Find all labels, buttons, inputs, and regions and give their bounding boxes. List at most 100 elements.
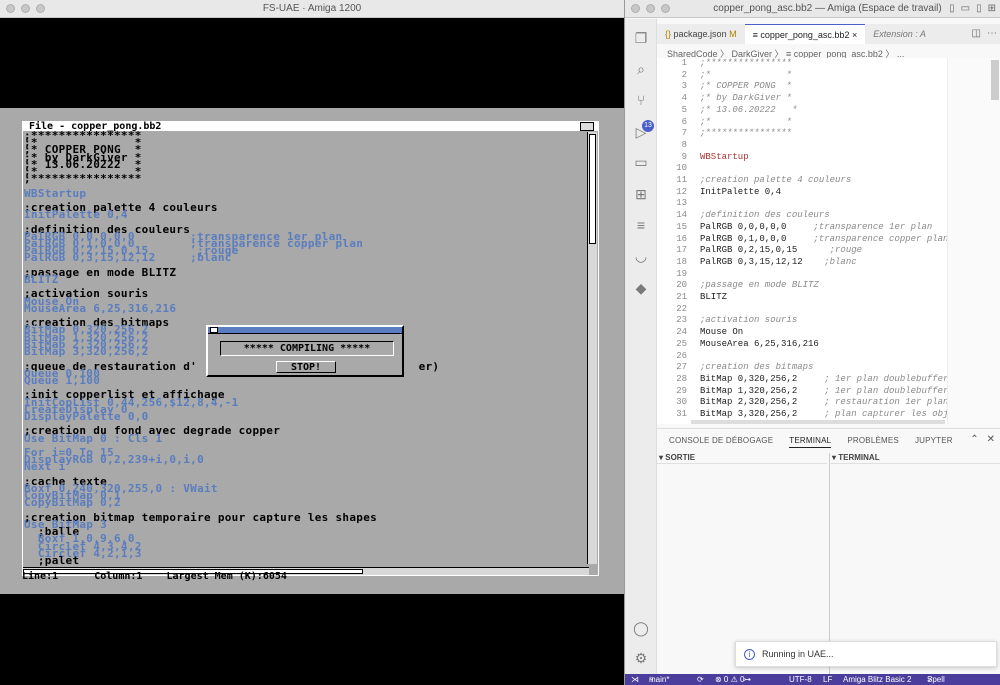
code-line: WBStartup	[700, 152, 947, 164]
more-actions-icon[interactable]: ⋯	[987, 28, 997, 39]
output-section-header[interactable]: ▾ SORTIE	[657, 453, 827, 464]
editor-tabs: {} package.json M ≡ copper_pong_asc.bb2 …	[657, 24, 1000, 44]
ted-code-line: DisplayPalette 0,0	[24, 409, 149, 423]
code-comment: ; restauration 1er plan	[797, 397, 947, 408]
ted-code-line: ;passage en mode BLITZ	[24, 265, 177, 279]
layout-controls: ▯ ▭ ▯ ⊞	[949, 3, 996, 14]
ted-vertical-scrollbar[interactable]	[587, 132, 597, 564]
line-number: 6	[681, 116, 687, 127]
code-line: ;definition des couleurs	[700, 210, 947, 222]
code-line	[700, 351, 947, 363]
code-editor[interactable]: 1 2 3 4 5 6 7 8 9 10 11 12 13 14 15 16 17 18 19 20 21 22 23 24 2…	[657, 58, 947, 424]
code-comment: ; 1er plan doublebuffer #1	[824, 373, 947, 384]
editor-text[interactable]: ;**************** ;* * ;* COPPER PONG * ;* …	[700, 58, 947, 421]
close-gadget-icon[interactable]	[210, 327, 218, 333]
sync-icon[interactable]: ⟳	[697, 674, 704, 685]
remote-explorer-icon[interactable]: ▭	[632, 153, 650, 171]
vscode-titlebar[interactable]: copper_pong_asc.bb2 — Amiga (Espace de t…	[625, 0, 1000, 18]
encoding-status[interactable]: UTF-8	[789, 674, 812, 685]
stop-button[interactable]: STOP!	[276, 361, 336, 373]
editor-horizontal-scrollbar[interactable]	[691, 420, 945, 424]
line-number: 26	[676, 350, 687, 361]
remote-indicator-icon[interactable]: ⋊	[631, 674, 639, 685]
scrollbar-thumb[interactable]	[589, 134, 596, 244]
code-line	[700, 269, 947, 281]
code-line: ;creation des bitmaps	[700, 362, 947, 374]
code-text: ;creation des bitmaps	[700, 362, 814, 373]
dialog-titlebar[interactable]	[208, 327, 402, 334]
line-number: 20	[676, 280, 687, 291]
testing-icon[interactable]: ≡	[632, 216, 650, 234]
code-line: PalRGB 0,1,0,0,0 ;transparence copper pl…	[700, 234, 947, 246]
tab-package-json[interactable]: {} package.json M	[657, 24, 745, 44]
code-line: BitMap 2,320,256,2 ; restauration 1er pl…	[700, 397, 947, 409]
toggle-sidebar-icon[interactable]: ▯	[949, 3, 955, 14]
line-number: 31	[676, 409, 687, 420]
tab-debug-console[interactable]: CONSOLE DE DÉBOGAGE	[669, 436, 773, 448]
amiga-screen[interactable]: File - copper_pong.bb2 ;****************…	[0, 108, 624, 594]
maximize-panel-icon[interactable]: ⌃	[970, 434, 978, 445]
ted-code-line: Queue 1,100	[24, 373, 101, 387]
tab-extension[interactable]: Extension : A	[865, 24, 934, 44]
tab-terminal[interactable]: TERMINAL	[789, 436, 832, 448]
line-number: 3	[681, 81, 687, 92]
settings-gear-icon[interactable]: ⚙	[632, 649, 650, 667]
explorer-icon[interactable]: ❐	[632, 29, 650, 47]
toggle-secondary-sidebar-icon[interactable]: ▯	[976, 3, 982, 14]
code-text: BitMap 0,320,256,2	[700, 373, 798, 384]
extensions-icon[interactable]: ⊞	[632, 185, 650, 203]
tab-label: package.json	[673, 29, 727, 39]
broadcast-icon[interactable]: ⊶	[743, 674, 751, 685]
close-tab-icon[interactable]: ×	[852, 30, 857, 40]
minimap[interactable]	[947, 58, 1000, 424]
code-line: PalRGB 0,2,15,0,15 ;rouge	[700, 245, 947, 257]
code-text: ;creation palette 4 couleurs	[700, 175, 852, 186]
close-panel-icon[interactable]: ✕	[987, 434, 995, 445]
depth-gadget-icon[interactable]	[580, 122, 594, 131]
eol-status[interactable]: LF	[823, 674, 832, 685]
minimap-slider[interactable]	[991, 60, 999, 100]
customize-layout-icon[interactable]: ⊞	[988, 3, 996, 14]
code-text: ;activation souris	[700, 315, 798, 326]
code-line: ;activation souris	[700, 315, 947, 327]
code-comment: ; plan capturer les objets	[824, 409, 947, 420]
ted-code-line: InitPalette 0,4	[24, 208, 128, 222]
search-icon[interactable]: ⌕	[632, 60, 650, 78]
ted-code-line: ;activation souris	[24, 287, 149, 301]
fs-uae-titlebar[interactable]: FS-UAE · Amiga 1200	[0, 0, 624, 18]
problems-status[interactable]: ⊗ 0 ⚠ 0	[715, 674, 744, 685]
code-line	[700, 140, 947, 152]
tab-jupyter[interactable]: JUPYTER	[915, 436, 953, 448]
language-status[interactable]: Amiga Blitz Basic 2	[843, 674, 911, 685]
gitlens-icon[interactable]: ◡	[632, 247, 650, 265]
run-debug-icon[interactable]: ▷	[632, 123, 650, 141]
code-text: ;* COPPER PONG *	[700, 81, 792, 92]
code-line: BLITZ	[700, 292, 947, 304]
docker-icon[interactable]: ◆	[632, 279, 650, 297]
code-comment: ;rouge	[797, 245, 863, 256]
code-line: ;creation palette 4 couleurs	[700, 175, 947, 187]
line-number: 21	[676, 292, 687, 303]
split-editor-icon[interactable]: ◫	[972, 28, 981, 39]
status-bar: ⋊ ⑂ main* ⟳ ⊗ 0 ⚠ 0 ⊶ UTF-8 LF Amiga Bli…	[625, 674, 1000, 685]
code-line: BitMap 0,320,256,2 ; 1er plan doublebuff…	[700, 374, 947, 386]
toggle-panel-icon[interactable]: ▭	[961, 3, 970, 14]
source-control-icon[interactable]: ⑂	[632, 91, 650, 109]
vscode-window: copper_pong_asc.bb2 — Amiga (Espace de t…	[624, 0, 1000, 685]
tab-problems[interactable]: PROBLÈMES	[847, 436, 899, 448]
terminal-section-header[interactable]: ▾ TERMINAL	[829, 453, 1000, 464]
code-comment: ;transparence 1er plan	[786, 221, 933, 232]
tab-copper-pong[interactable]: ≡ copper_pong_asc.bb2 ×	[744, 24, 866, 44]
code-line: ;****************	[700, 58, 947, 70]
line-number: 29	[676, 385, 687, 396]
line-number: 14	[676, 210, 687, 221]
code-line: ;* 13.06.20222 *	[700, 105, 947, 117]
terminal-label: TERMINAL	[838, 453, 880, 462]
notification-toast[interactable]: i Running in UAE...	[735, 641, 997, 667]
ted-code-line: WBStartup	[24, 186, 87, 200]
accounts-icon[interactable]: ◯	[632, 619, 650, 637]
